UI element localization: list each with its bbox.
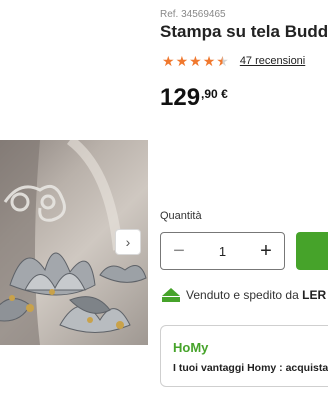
product-title: Stampa su tela Budd (160, 22, 328, 41)
quantity-label: Quantità (160, 210, 202, 222)
price-integer: 129 (160, 84, 201, 111)
homy-benefits-text: I tuoi vantaggi Homy : acquistan (173, 362, 328, 374)
reviews-link[interactable]: 47 recensioni (240, 55, 305, 67)
shipping-info: Venduto e spedito da LER (162, 288, 326, 302)
star-half-icon: ★ (216, 53, 229, 69)
homy-logo: HoMy (173, 340, 209, 355)
rating: ★ ★ ★ ★ ★ 47 recensioni (162, 54, 305, 68)
decrease-quantity-button[interactable]: − (161, 240, 197, 263)
price: 129 ,90 € (160, 86, 228, 110)
star-icon: ★ (175, 53, 189, 69)
star-icon: ★ (162, 53, 175, 69)
shipping-prefix: Venduto e spedito da (186, 288, 303, 302)
homy-benefits-box[interactable]: HoMy I tuoi vantaggi Homy : acquistan (160, 325, 328, 387)
chevron-right-icon: › (125, 234, 131, 250)
price-decimal: ,90 € (201, 87, 228, 101)
star-icon: ★ (189, 53, 202, 69)
star-icon: ★ (202, 53, 216, 69)
shipping-seller: LER (302, 288, 327, 302)
carousel-next-button[interactable]: › (115, 229, 141, 255)
quantity-value[interactable]: 1 (219, 244, 226, 259)
quantity-stepper: − 1 + (160, 232, 285, 270)
add-to-cart-button[interactable] (296, 232, 328, 270)
rating-stars: ★ ★ ★ ★ ★ (162, 54, 230, 68)
increase-quantity-button[interactable]: + (248, 240, 284, 263)
product-ref: Ref. 34569465 (160, 9, 226, 20)
leroy-merlin-logo-icon (162, 288, 180, 302)
